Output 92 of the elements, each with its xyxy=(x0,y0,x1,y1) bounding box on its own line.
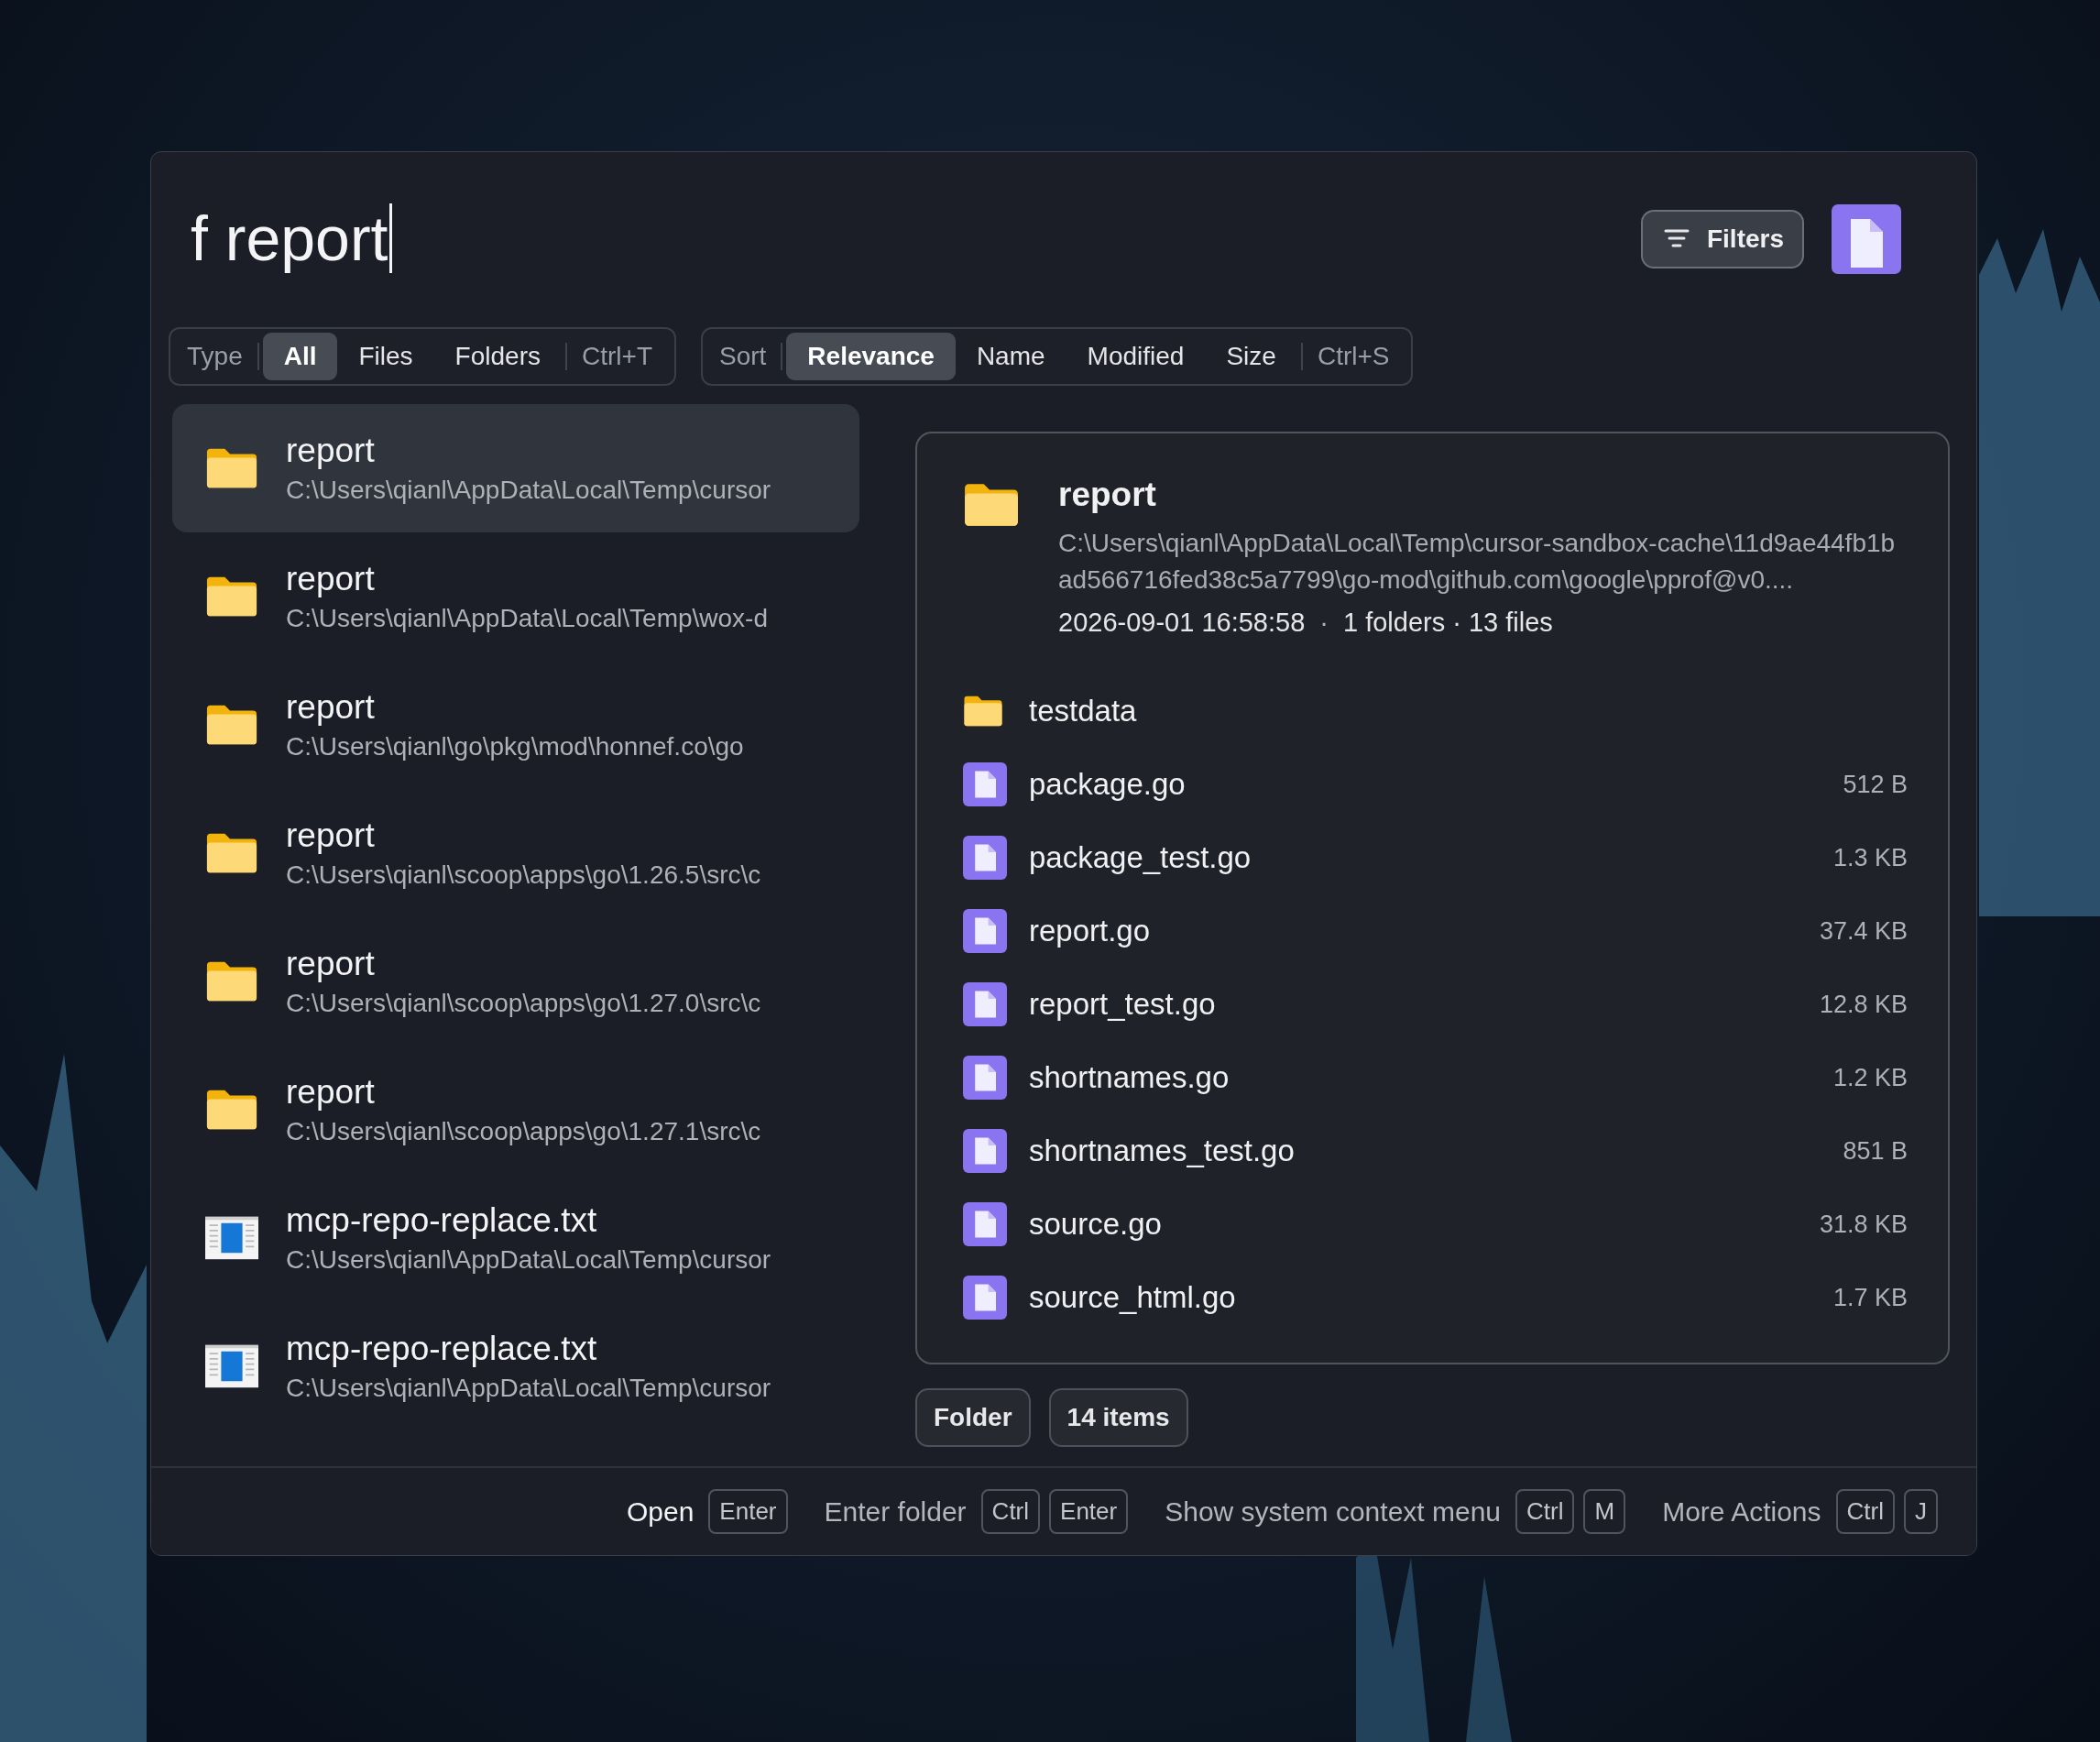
separator-dot: · xyxy=(1319,608,1329,638)
result-path: C:\Users\qianl\go\pkg\mod\honnef.co\go xyxy=(286,732,744,761)
action-label[interactable]: Open xyxy=(626,1495,695,1528)
key-hint: Ctrl xyxy=(1835,1489,1895,1534)
filter-icon xyxy=(1662,227,1690,250)
result-path: C:\Users\qianl\AppData\Local\Temp\cursor xyxy=(286,476,771,505)
folder-icon xyxy=(205,1088,258,1132)
result-title: report xyxy=(286,1073,376,1112)
file-size: 1.7 KB xyxy=(1832,1283,1908,1312)
result-title: mcp-repo-replace.txt xyxy=(286,1330,598,1368)
file-icon xyxy=(963,1056,1007,1100)
key-hint: Enter xyxy=(1049,1489,1129,1534)
info-tag: Folder xyxy=(915,1388,1031,1447)
child-name: package.go xyxy=(1029,767,1187,802)
result-item[interactable]: mcp-repo-replace.txt C:\Users\qianl\AppData\Local\Temp\cursor xyxy=(172,1174,859,1302)
result-path: C:\Users\qianl\scoop\apps\go\1.26.5\src\c xyxy=(286,860,761,890)
result-path: C:\Users\qianl\AppData\Local\Temp\cursor xyxy=(286,1374,771,1403)
result-title: report xyxy=(286,432,376,470)
key-hint: J xyxy=(1904,1489,1938,1534)
filters-button[interactable]: Filters xyxy=(1640,209,1804,268)
folder-icon xyxy=(205,575,258,619)
child-name: package_test.go xyxy=(1029,840,1252,875)
shortcut-hint: Ctrl+T xyxy=(581,342,653,371)
result-item[interactable]: report C:\Users\qianl\AppData\Local\Temp\wox-d xyxy=(172,532,859,661)
result-item[interactable]: report C:\Users\qianl\scoop\apps\go\1.27.1\src\c xyxy=(172,1046,859,1174)
result-path: C:\Users\qianl\AppData\Local\Temp\cursor xyxy=(286,1245,771,1275)
folder-icon xyxy=(205,446,258,490)
child-name: shortnames.go xyxy=(1029,1060,1230,1095)
filter-label: Sort xyxy=(718,342,768,371)
result-item[interactable]: report C:\Users\qianl\scoop\apps\go\1.26.5\src\c xyxy=(172,789,859,917)
result-path: C:\Users\qianl\AppData\Local\Temp\wox-d xyxy=(286,604,768,633)
result-title: report xyxy=(286,945,376,983)
file-size: 851 B xyxy=(1843,1136,1908,1166)
key-hint: Ctrl xyxy=(1515,1489,1575,1534)
result-title: report xyxy=(286,688,376,727)
child-name: report.go xyxy=(1029,914,1152,948)
action-label[interactable]: Show system context menu xyxy=(1165,1495,1502,1528)
action-label[interactable]: More Actions xyxy=(1662,1495,1821,1528)
folder-icon xyxy=(205,959,258,1003)
file-size: 31.8 KB xyxy=(1819,1210,1908,1239)
sort-option[interactable]: Name xyxy=(955,333,1066,380)
folder-icon xyxy=(963,481,1020,529)
file-icon xyxy=(963,909,1007,953)
document-icon xyxy=(205,1216,258,1260)
result-title: report xyxy=(286,816,376,855)
key-hint: Ctrl xyxy=(980,1489,1041,1534)
search-field[interactable]: f report xyxy=(191,203,393,273)
child-name: report_test.go xyxy=(1029,987,1217,1022)
child-name: testdata xyxy=(1029,694,1138,729)
file-size: 1.2 KB xyxy=(1832,1063,1908,1092)
document-icon xyxy=(205,1344,258,1388)
file-icon xyxy=(963,762,1007,806)
result-item[interactable]: report C:\Users\qianl\scoop\apps\go\1.27.0\src\c xyxy=(172,917,859,1046)
shortcut-hint: Ctrl+S xyxy=(1316,342,1391,371)
file-icon xyxy=(963,1202,1007,1246)
file-size: 1.3 KB xyxy=(1832,843,1908,872)
sort-option[interactable]: Size xyxy=(1205,333,1297,380)
file-size: 512 B xyxy=(1843,770,1908,799)
file-icon xyxy=(1832,203,1901,274)
sort-option[interactable]: Modified xyxy=(1066,333,1206,380)
result-title: mcp-repo-replace.txt xyxy=(286,1201,598,1240)
modified-date: 2026-09-01 16:58:58 xyxy=(1058,608,1306,638)
result-item[interactable]: report C:\Users\qianl\AppData\Local\Temp\cursor xyxy=(172,404,859,532)
key-hint: Enter xyxy=(708,1489,788,1534)
action-label[interactable]: Enter folder xyxy=(824,1495,967,1528)
folder-icon xyxy=(963,695,1003,728)
file-icon xyxy=(963,1129,1007,1173)
result-path: C:\Users\qianl\scoop\apps\go\1.27.1\src\c xyxy=(286,1117,761,1146)
child-name: source.go xyxy=(1029,1207,1163,1242)
result-title: report xyxy=(286,560,376,598)
filter-label: Type xyxy=(186,342,244,371)
preview-title: report xyxy=(1058,476,1157,514)
result-path: C:\Users\qianl\scoop\apps\go\1.27.0\src\c xyxy=(286,989,761,1018)
sort-option[interactable]: Relevance xyxy=(786,333,956,380)
file-icon xyxy=(963,982,1007,1026)
key-hint: M xyxy=(1583,1489,1626,1534)
file-icon xyxy=(963,836,1007,880)
child-name: source_html.go xyxy=(1029,1280,1237,1315)
folder-summary: 1 folders · 13 files xyxy=(1342,608,1553,638)
result-item[interactable]: report C:\Users\qianl\go\pkg\mod\honnef.co\go xyxy=(172,661,859,789)
type-tab[interactable]: Folders xyxy=(433,333,562,380)
type-tab[interactable]: All xyxy=(262,333,338,380)
result-item[interactable]: mcp-repo-replace.txt C:\Users\qianl\AppData\Local\Temp\cursor xyxy=(172,1302,859,1430)
preview-path: C:\Users\qianl\AppData\Local\Temp\cursor-sandbox-cache\11d9ae44fb1bad566716fed38c5a7799\go-mod\github.com\google\pprof@v0.... xyxy=(1058,528,1897,596)
folder-icon xyxy=(205,703,258,747)
info-tag: 14 items xyxy=(1048,1388,1188,1447)
file-size: 12.8 KB xyxy=(1819,990,1908,1019)
file-icon xyxy=(963,1276,1007,1320)
child-name: shortnames_test.go xyxy=(1029,1134,1296,1168)
folder-icon xyxy=(205,831,258,875)
type-tab[interactable]: Files xyxy=(337,333,434,380)
file-size: 37.4 KB xyxy=(1819,916,1908,946)
